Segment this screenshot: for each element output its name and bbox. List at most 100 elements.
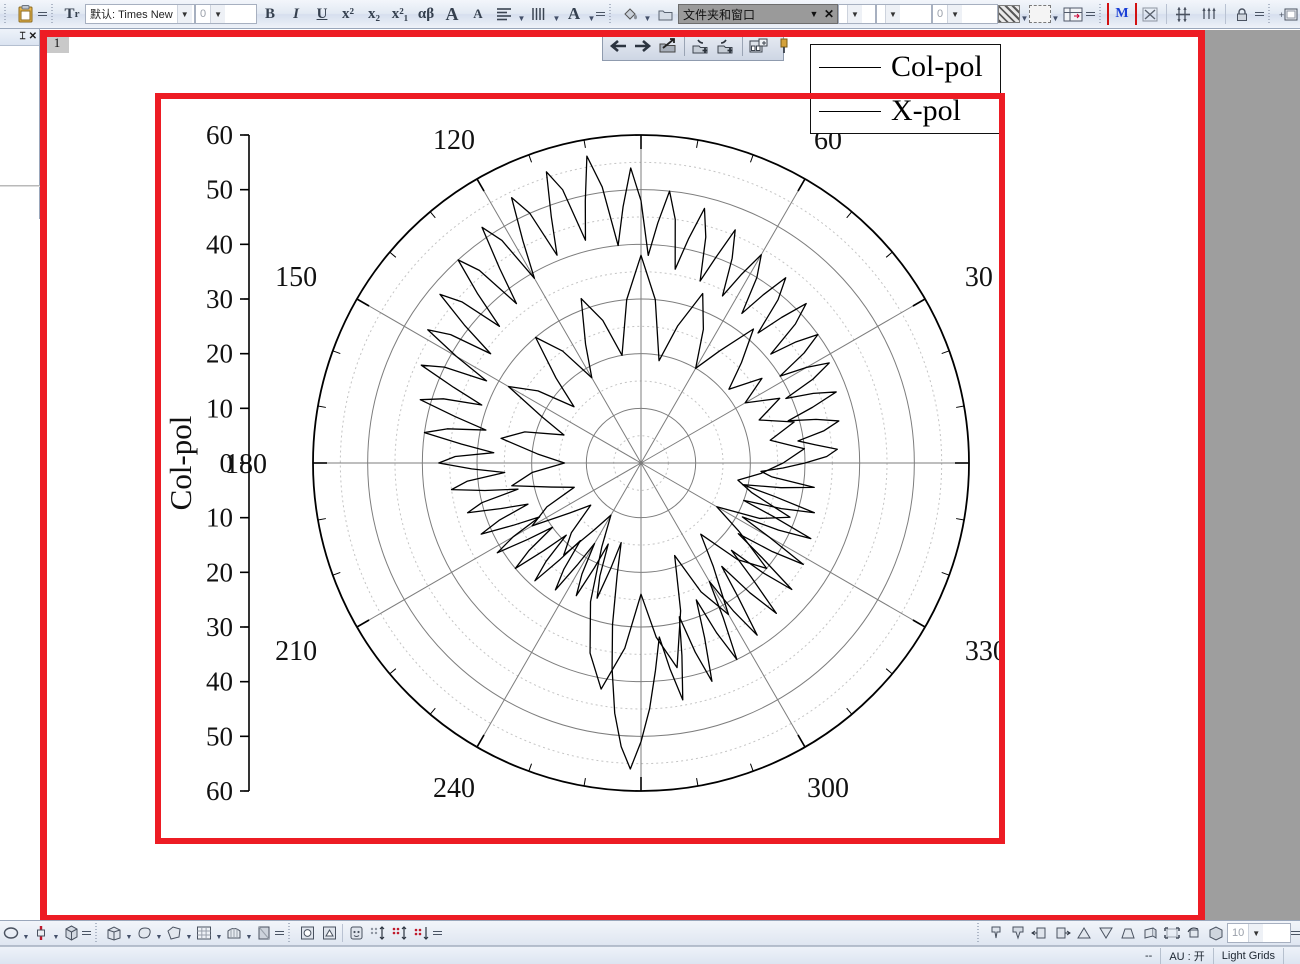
chevron-down-icon[interactable]: ▼ <box>947 5 963 23</box>
ellipse-icon[interactable] <box>0 923 22 943</box>
merge-button[interactable]: M <box>1107 3 1137 25</box>
box3d-icon[interactable] <box>103 923 125 943</box>
line-tool-icon[interactable] <box>30 923 52 943</box>
distribute-horizontal-icon[interactable] <box>1196 3 1222 25</box>
chevron-down-icon[interactable]: ▼ <box>210 5 226 23</box>
insert-window-icon[interactable]: + <box>1276 3 1300 25</box>
mask-icon[interactable] <box>296 923 318 943</box>
view-overflow-icon[interactable] <box>1291 931 1300 935</box>
toolbar-grip-b3[interactable] <box>976 923 982 943</box>
sphere-icon[interactable] <box>133 923 155 943</box>
align-overflow-icon[interactable] <box>1255 12 1264 16</box>
hatch-pattern-icon[interactable] <box>998 5 1020 23</box>
toolbar-grip-b1[interactable] <box>94 923 100 943</box>
chart-legend[interactable]: Col-pol X-pol <box>810 44 1001 134</box>
paint-bucket-icon[interactable] <box>617 3 643 25</box>
superscript-button[interactable]: x² <box>335 3 361 25</box>
chevron-down-icon[interactable]: ▼ <box>1051 1 1060 28</box>
bold-button[interactable]: B <box>257 3 283 25</box>
solids-overflow-icon[interactable] <box>275 931 284 935</box>
solid-icon[interactable] <box>1205 923 1227 943</box>
mask2-icon[interactable] <box>318 923 340 943</box>
toolbar-grip-2[interactable] <box>50 4 56 24</box>
chevron-down-icon[interactable]: ▼ <box>52 921 60 945</box>
red-dot-grid2-icon[interactable] <box>411 923 433 943</box>
shapes-overflow-icon[interactable] <box>82 931 91 935</box>
polygon-icon[interactable] <box>163 923 185 943</box>
table-overflow-icon[interactable] <box>1086 12 1095 16</box>
polar-chart[interactable]: 0102030405060102030405060Col-pol03060901… <box>161 99 999 838</box>
chevron-down-icon[interactable]: ▼ <box>155 921 163 945</box>
zero-combo[interactable]: 0 ▼ <box>932 4 998 24</box>
underline-button[interactable]: U <box>309 3 335 25</box>
small-combo-2[interactable]: ▼ <box>876 4 932 24</box>
status-cell-light-grids[interactable]: Light Grids <box>1212 947 1283 964</box>
back-arrow-icon[interactable] <box>606 34 630 58</box>
funnel-icon[interactable] <box>1095 923 1117 943</box>
dashed-box-icon[interactable] <box>1029 5 1051 23</box>
chevron-down-icon[interactable]: ▼ <box>885 5 900 23</box>
port-down-icon[interactable] <box>985 923 1007 943</box>
move-icon[interactable] <box>1161 923 1183 943</box>
lock-icon[interactable] <box>1229 3 1255 25</box>
columns-icon[interactable] <box>526 3 552 25</box>
align-icon[interactable] <box>491 3 517 25</box>
annotation-overflow-icon[interactable] <box>433 931 442 935</box>
small-combo-1[interactable]: ▼ <box>838 4 876 24</box>
up-folder-icon[interactable] <box>656 34 680 58</box>
shade-icon[interactable] <box>253 923 275 943</box>
font-color-button[interactable]: A <box>561 3 587 25</box>
chevron-down-icon[interactable]: ▼ <box>847 5 862 23</box>
italic-button[interactable]: I <box>283 3 309 25</box>
folder-icon[interactable] <box>652 3 678 25</box>
chevron-down-icon[interactable]: ▼ <box>176 5 192 23</box>
chevron-down-icon[interactable]: ▼ <box>552 1 561 28</box>
port-left-icon[interactable] <box>1029 923 1051 943</box>
x-box-icon[interactable] <box>1137 3 1163 25</box>
style-icon[interactable]: Tr <box>59 3 85 25</box>
dot-grid-icon[interactable] <box>367 923 389 943</box>
clipboard-overflow-icon[interactable] <box>38 12 47 16</box>
toolbar-grip-b2[interactable] <box>287 923 293 943</box>
chevron-down-icon[interactable]: ▼ <box>517 1 526 28</box>
paragraph-style-combo[interactable]: 默认: Times New ▼ <box>85 4 195 24</box>
page-tab[interactable]: 1 <box>45 33 69 53</box>
red-dot-grid-icon[interactable] <box>389 923 411 943</box>
forward-arrow-icon[interactable] <box>631 34 655 58</box>
chevron-down-icon[interactable]: ▼ <box>1020 1 1029 28</box>
increase-font-button[interactable]: A <box>439 3 465 25</box>
face-icon[interactable] <box>345 923 367 943</box>
greek-symbol-button[interactable]: αβ <box>413 3 439 25</box>
close-icon[interactable]: ✕ <box>29 32 37 42</box>
arrange-windows-icon[interactable] <box>747 34 771 58</box>
add-sheet-icon[interactable] <box>689 34 713 58</box>
arch-icon[interactable] <box>223 923 245 943</box>
chevron-down-icon[interactable]: ▼ <box>587 1 596 28</box>
port-right-icon[interactable] <box>1051 923 1073 943</box>
cone-icon[interactable] <box>1073 923 1095 943</box>
table-icon[interactable] <box>1060 3 1086 25</box>
close-icon[interactable]: ✕ <box>821 7 837 21</box>
chevron-down-icon[interactable]: ▼ <box>125 921 133 945</box>
folder-window-combo[interactable]: 文件夹和窗口 ▼ ✕ <box>678 4 838 24</box>
chevron-down-icon[interactable]: ▼ <box>1248 924 1264 942</box>
chevron-down-icon[interactable]: ▼ <box>643 1 652 28</box>
rotate-icon[interactable] <box>1183 923 1205 943</box>
pin-icon[interactable]: ⌶ <box>20 32 26 42</box>
chevron-down-icon[interactable]: ▼ <box>807 5 821 23</box>
add-folder-icon[interactable] <box>714 34 738 58</box>
trapezoid-icon[interactable] <box>1117 923 1139 943</box>
chevron-down-icon[interactable]: ▼ <box>185 921 193 945</box>
status-cell-resize-grip[interactable] <box>1283 947 1300 964</box>
toolbar-grip-3[interactable] <box>608 4 614 24</box>
chevron-down-icon[interactable]: ▼ <box>215 921 223 945</box>
toolbar-grip-5[interactable] <box>1267 4 1273 24</box>
format-overflow-icon[interactable] <box>596 12 605 16</box>
cube-icon[interactable] <box>60 923 82 943</box>
toolbar-grip[interactable] <box>3 4 9 24</box>
decrease-font-button[interactable]: A <box>465 3 491 25</box>
chevron-down-icon[interactable]: ▼ <box>245 921 253 945</box>
distribute-vertical-icon[interactable] <box>1170 3 1196 25</box>
prism-icon[interactable] <box>1139 923 1161 943</box>
floating-navigation-toolbar[interactable] <box>602 31 788 61</box>
